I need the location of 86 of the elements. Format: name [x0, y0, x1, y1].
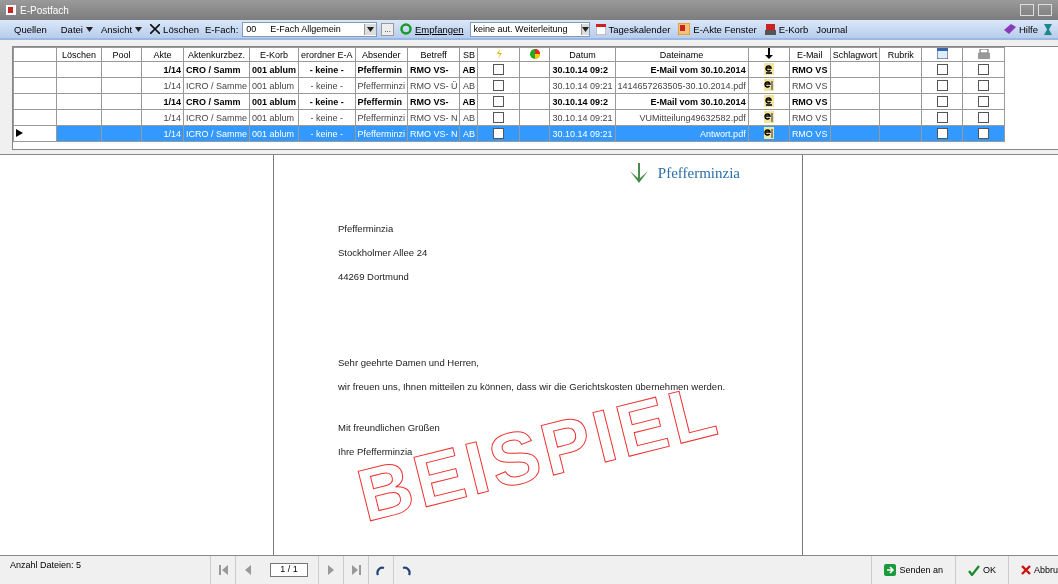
column-header[interactable]: Pool	[101, 47, 142, 62]
cancel-button[interactable]: Abbru	[1007, 556, 1058, 584]
minimize-button[interactable]	[1020, 4, 1034, 16]
column-header[interactable]: Datum	[549, 47, 615, 62]
email-document-icon	[763, 62, 774, 75]
checkbox[interactable]	[493, 112, 505, 124]
column-header[interactable]: E-Mail	[789, 47, 831, 62]
pie-chart-icon	[529, 48, 540, 59]
checkbox[interactable]	[493, 64, 505, 76]
address-line: 44269 Dortmund	[338, 271, 410, 282]
column-header[interactable]: Schlagwort	[830, 47, 880, 62]
day-calendar-button[interactable]: Tageskalender	[593, 23, 673, 35]
file-window-button[interactable]: E-Akte Fenster	[676, 23, 759, 35]
column-header[interactable]: Absender	[355, 47, 408, 62]
journal-button[interactable]: Journal	[814, 23, 850, 35]
document-icon	[763, 126, 774, 139]
arrow-right-icon	[884, 564, 897, 576]
column-header[interactable]: Löschen	[56, 47, 102, 62]
caret-icon	[367, 26, 375, 32]
first-icon	[218, 565, 228, 575]
checkbox[interactable]	[493, 96, 505, 108]
column-header[interactable]: E-Korb	[249, 47, 299, 62]
checkbox[interactable]	[936, 96, 948, 108]
checkbox[interactable]	[978, 64, 990, 76]
checkbox[interactable]	[936, 128, 948, 140]
send-to-button[interactable]: Senden an	[871, 556, 955, 584]
refresh-icon	[399, 23, 412, 35]
previous-icon	[245, 565, 251, 575]
column-header[interactable]: Betreff	[407, 47, 460, 62]
calendar-icon	[595, 23, 606, 35]
row-pointer-icon	[16, 128, 23, 137]
checkbox[interactable]	[978, 112, 990, 124]
checkbox[interactable]	[493, 80, 505, 92]
body-text: wir freuen uns, Ihnen mitteilen zu können, dass wir die Gerichtskosten übernehmen werden.	[338, 381, 727, 392]
file-menu[interactable]: Datei	[58, 23, 95, 35]
help-button[interactable]: Hilfe	[1002, 23, 1040, 35]
ok-button[interactable]: OK	[954, 556, 1008, 584]
view-menu[interactable]: Ansicht	[98, 23, 145, 35]
column-header[interactable]: Dateiname	[615, 47, 749, 62]
caret-icon	[582, 26, 590, 32]
caret-icon	[85, 26, 93, 32]
company-logo-text: Pfefferminzia	[657, 164, 740, 182]
x-icon	[1020, 565, 1031, 575]
checkbox[interactable]	[936, 80, 948, 92]
checkbox[interactable]	[936, 112, 948, 124]
checkbox[interactable]	[493, 128, 505, 140]
checkbox[interactable]	[978, 80, 990, 92]
rotate-left-icon	[401, 564, 411, 576]
caret-icon	[135, 26, 143, 32]
forwarding-dropdown[interactable]: keine aut. Weiterleitung	[469, 21, 590, 37]
delete-button[interactable]: Löschen	[148, 23, 201, 35]
window-title: E-Postfach	[20, 4, 69, 16]
page-field[interactable]: 1 / 1	[270, 563, 308, 577]
last-icon	[351, 565, 361, 575]
basket-button[interactable]: E-Korb	[762, 23, 811, 35]
receive-button[interactable]: Empfangen	[397, 23, 466, 35]
rotate-right-icon	[376, 564, 386, 576]
column-header[interactable]: Akte	[141, 47, 184, 62]
lightning-icon	[495, 48, 502, 59]
column-header[interactable]: SB	[459, 47, 478, 62]
calendar-icon	[936, 48, 948, 59]
next-icon	[328, 565, 334, 575]
document-icon	[763, 110, 774, 123]
checkbox[interactable]	[936, 64, 948, 76]
salutation-text: Sehr geehrte Damen und Herren,	[338, 357, 480, 368]
column-header[interactable]	[748, 47, 790, 62]
sources-button[interactable]: Quellen	[6, 23, 55, 35]
column-header[interactable]: Aktenkurzbez.	[183, 47, 250, 62]
hourglass-icon	[1044, 23, 1052, 35]
checkmark-icon	[967, 564, 980, 576]
checkbox[interactable]	[978, 128, 990, 140]
browse-button[interactable]: ...	[381, 22, 394, 36]
document-icon	[763, 78, 774, 91]
restore-button[interactable]	[1038, 4, 1052, 16]
column-header[interactable]: erordner E-A	[298, 47, 356, 62]
down-arrow-icon	[764, 48, 773, 59]
address-line: Stockholmer Allee 24	[338, 247, 429, 258]
app-icon	[6, 5, 16, 15]
efach-label: E-Fach:	[205, 23, 239, 35]
efach-dropdown[interactable]: 00 E-Fach Allgemein	[242, 21, 378, 37]
file-count: Anzahl Dateien: 5	[9, 559, 83, 572]
email-document-icon	[763, 94, 774, 107]
checkbox[interactable]	[978, 96, 990, 108]
address-line: Pfefferminzia	[338, 223, 395, 234]
column-header[interactable]: Rubrik	[879, 47, 922, 62]
x-icon	[150, 24, 161, 34]
